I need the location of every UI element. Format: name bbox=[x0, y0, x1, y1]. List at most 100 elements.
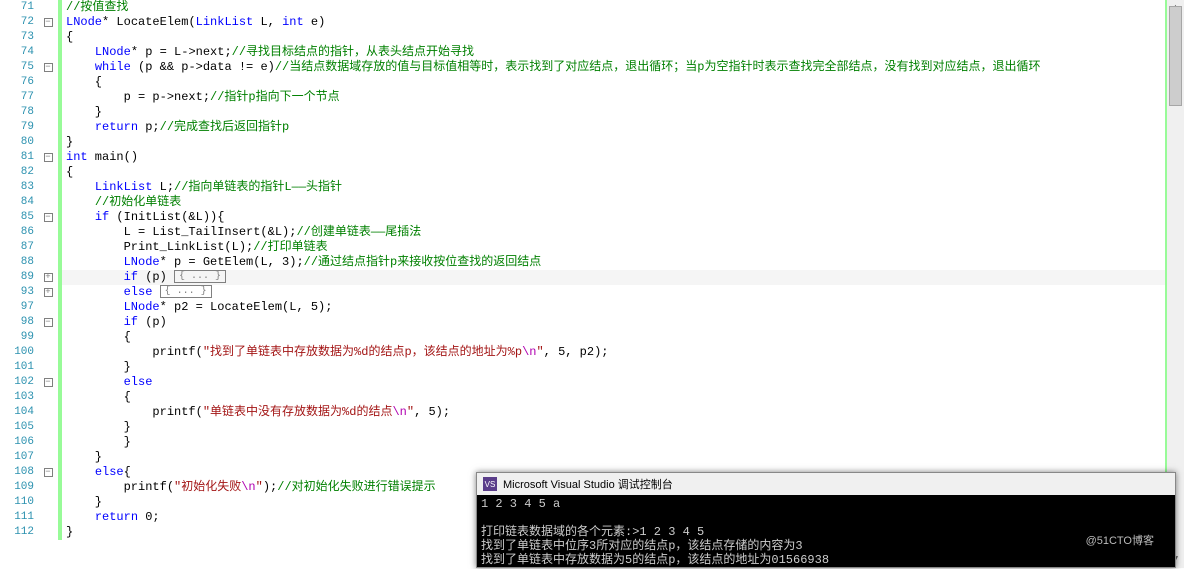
console-titlebar[interactable]: VS Microsoft Visual Studio 调试控制台 bbox=[477, 473, 1175, 495]
fold-cell bbox=[38, 105, 58, 120]
fold-cell bbox=[38, 405, 58, 420]
code-line[interactable]: printf("找到了单链表中存放数据为%d的结点p，该结点的地址为%p\n",… bbox=[62, 345, 1184, 360]
fold-cell: − bbox=[38, 210, 58, 225]
code-line[interactable]: } bbox=[62, 420, 1184, 435]
fold-cell bbox=[38, 195, 58, 210]
code-line[interactable]: } bbox=[62, 435, 1184, 450]
fold-cell bbox=[38, 165, 58, 180]
line-number: 104 bbox=[0, 405, 34, 420]
code-line[interactable]: int main() bbox=[62, 150, 1184, 165]
fold-cell bbox=[38, 0, 58, 15]
code-line[interactable]: } bbox=[62, 450, 1184, 465]
line-number: 75 bbox=[0, 60, 34, 75]
fold-cell bbox=[38, 435, 58, 450]
line-number: 110 bbox=[0, 495, 34, 510]
line-number: 81 bbox=[0, 150, 34, 165]
line-number: 106 bbox=[0, 435, 34, 450]
line-number: 111 bbox=[0, 510, 34, 525]
line-number: 107 bbox=[0, 450, 34, 465]
line-number: 93 bbox=[0, 285, 34, 300]
fold-cell: + bbox=[38, 270, 58, 285]
code-line[interactable]: LNode* p = GetElem(L, 3);//通过结点指针p来接收按位查… bbox=[62, 255, 1184, 270]
fold-cell bbox=[38, 120, 58, 135]
line-number: 109 bbox=[0, 480, 34, 495]
line-number: 76 bbox=[0, 75, 34, 90]
fold-cell bbox=[38, 345, 58, 360]
code-line[interactable]: { bbox=[62, 75, 1184, 90]
fold-toggle-icon[interactable]: − bbox=[44, 63, 53, 72]
line-number: 82 bbox=[0, 165, 34, 180]
code-line[interactable]: LinkList L;//指向单链表的指针L——头指针 bbox=[62, 180, 1184, 195]
fold-toggle-icon[interactable]: − bbox=[44, 378, 53, 387]
collapsed-region[interactable]: { ... } bbox=[174, 270, 226, 283]
code-line[interactable]: L = List_TailInsert(&L);//创建单链表——尾插法 bbox=[62, 225, 1184, 240]
code-line[interactable]: } bbox=[62, 135, 1184, 150]
code-line[interactable]: if (p) { ... } bbox=[62, 270, 1184, 285]
line-number: 74 bbox=[0, 45, 34, 60]
fold-cell bbox=[38, 75, 58, 90]
code-line[interactable]: } bbox=[62, 360, 1184, 375]
fold-toggle-icon[interactable]: + bbox=[44, 273, 53, 282]
line-number: 86 bbox=[0, 225, 34, 240]
vs-icon: VS bbox=[483, 477, 497, 491]
fold-cell bbox=[38, 495, 58, 510]
code-line[interactable]: Print_LinkList(L);//打印单链表 bbox=[62, 240, 1184, 255]
fold-cell: − bbox=[38, 465, 58, 480]
code-line[interactable]: { bbox=[62, 165, 1184, 180]
fold-cell bbox=[38, 420, 58, 435]
fold-cell: + bbox=[38, 285, 58, 300]
code-line[interactable]: //初始化单链表 bbox=[62, 195, 1184, 210]
line-number: 98 bbox=[0, 315, 34, 330]
code-line[interactable]: { bbox=[62, 390, 1184, 405]
fold-cell: − bbox=[38, 315, 58, 330]
line-number: 84 bbox=[0, 195, 34, 210]
code-line[interactable]: { bbox=[62, 330, 1184, 345]
fold-toggle-icon[interactable]: − bbox=[44, 153, 53, 162]
watermark: @51CTO博客 bbox=[1086, 532, 1154, 548]
code-line[interactable]: while (p && p->data != e)//当结点数据域存放的值与目标… bbox=[62, 60, 1184, 75]
fold-cell bbox=[38, 255, 58, 270]
line-number: 97 bbox=[0, 300, 34, 315]
line-number: 88 bbox=[0, 255, 34, 270]
fold-cell: − bbox=[38, 15, 58, 30]
code-line[interactable]: if (p) bbox=[62, 315, 1184, 330]
console-output: 1 2 3 4 5 a 打印链表数据域的各个元素:>1 2 3 4 5 找到了单… bbox=[477, 495, 1175, 569]
code-line[interactable]: p = p->next;//指针p指向下一个节点 bbox=[62, 90, 1184, 105]
line-number: 101 bbox=[0, 360, 34, 375]
code-line[interactable]: LNode* LocateElem(LinkList L, int e) bbox=[62, 15, 1184, 30]
fold-toggle-icon[interactable]: − bbox=[44, 18, 53, 27]
debug-console-window[interactable]: VS Microsoft Visual Studio 调试控制台 1 2 3 4… bbox=[476, 472, 1176, 568]
code-line[interactable]: LNode* p2 = LocateElem(L, 5); bbox=[62, 300, 1184, 315]
code-line[interactable]: } bbox=[62, 105, 1184, 120]
collapsed-region[interactable]: { ... } bbox=[160, 285, 212, 298]
fold-toggle-icon[interactable]: − bbox=[44, 213, 53, 222]
line-number: 112 bbox=[0, 525, 34, 540]
code-line[interactable]: //按值查找 bbox=[62, 0, 1184, 15]
fold-cell bbox=[38, 480, 58, 495]
code-line[interactable]: if (InitList(&L)){ bbox=[62, 210, 1184, 225]
line-number: 71 bbox=[0, 0, 34, 15]
fold-cell bbox=[38, 90, 58, 105]
line-number-gutter: 7172737475767778798081828384858687888993… bbox=[0, 0, 38, 568]
line-number: 80 bbox=[0, 135, 34, 150]
fold-cell bbox=[38, 300, 58, 315]
line-number: 100 bbox=[0, 345, 34, 360]
scrollbar-thumb[interactable] bbox=[1169, 6, 1182, 106]
fold-cell bbox=[38, 180, 58, 195]
fold-toggle-icon[interactable]: − bbox=[44, 318, 53, 327]
line-number: 77 bbox=[0, 90, 34, 105]
code-line[interactable]: else { ... } bbox=[62, 285, 1184, 300]
line-number: 99 bbox=[0, 330, 34, 345]
code-line[interactable]: else bbox=[62, 375, 1184, 390]
code-line[interactable]: { bbox=[62, 30, 1184, 45]
line-number: 87 bbox=[0, 240, 34, 255]
fold-toggle-icon[interactable]: + bbox=[44, 288, 53, 297]
fold-gutter: − − − − + + − − − bbox=[38, 0, 58, 568]
code-line[interactable]: LNode* p = L->next;//寻找目标结点的指针，从表头结点开始寻找 bbox=[62, 45, 1184, 60]
code-line[interactable]: return p;//完成查找后返回指针p bbox=[62, 120, 1184, 135]
fold-toggle-icon[interactable]: − bbox=[44, 468, 53, 477]
fold-cell: − bbox=[38, 150, 58, 165]
fold-cell bbox=[38, 30, 58, 45]
code-line[interactable]: printf("单链表中没有存放数据为%d的结点\n", 5); bbox=[62, 405, 1184, 420]
fold-cell bbox=[38, 360, 58, 375]
